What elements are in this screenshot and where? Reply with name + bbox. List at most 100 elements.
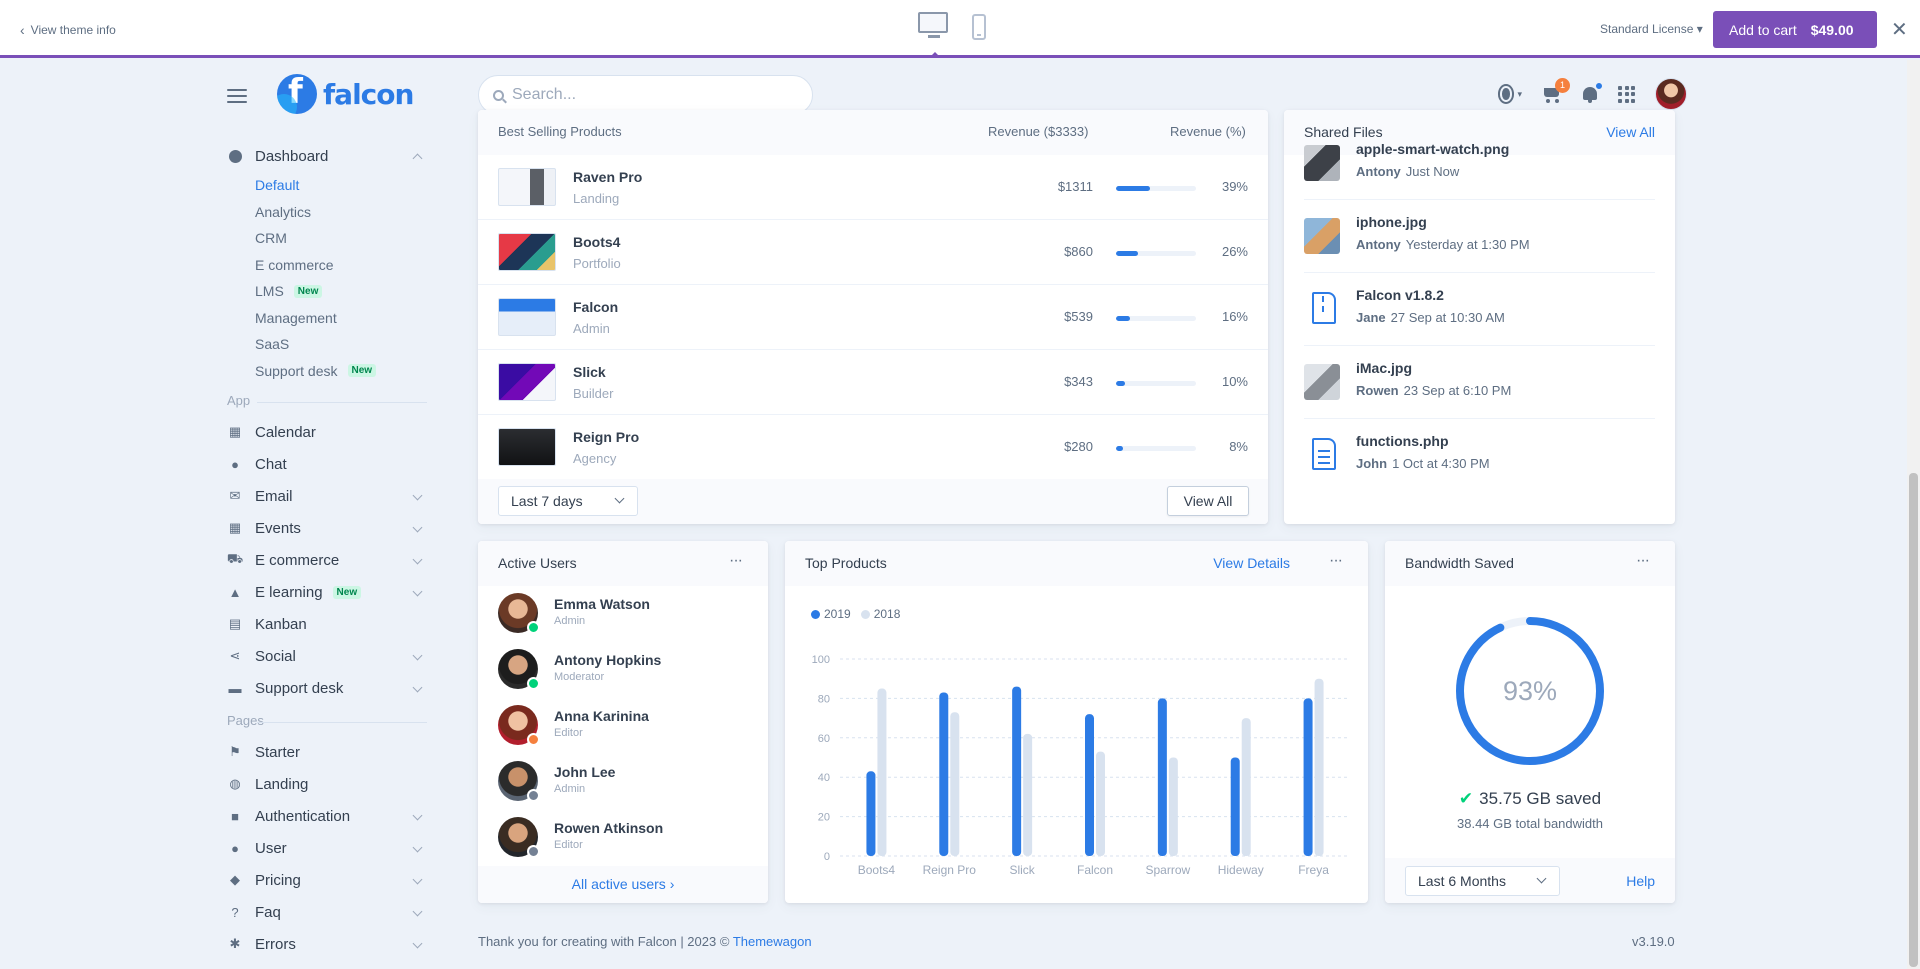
sidebar-item-errors[interactable]: ✱ Errors bbox=[227, 928, 427, 960]
bar-hideway-2018[interactable] bbox=[1241, 718, 1251, 856]
file-name[interactable]: functions.php bbox=[1356, 433, 1449, 449]
user-name[interactable]: Antony Hopkins bbox=[554, 652, 661, 668]
file-name[interactable]: Falcon v1.8.2 bbox=[1356, 287, 1444, 303]
user-name[interactable]: Emma Watson bbox=[554, 596, 650, 612]
scrollbar-thumb[interactable] bbox=[1909, 473, 1918, 967]
list-item[interactable]: Rowen Atkinson Editor bbox=[498, 817, 748, 873]
product-name[interactable]: Raven Pro bbox=[573, 169, 642, 185]
table-row[interactable]: Reign Pro Agency $280 8% bbox=[478, 415, 1268, 480]
more-options-icon[interactable]: ··· bbox=[729, 552, 743, 570]
sidebar-item-starter[interactable]: ⚑ Starter bbox=[227, 736, 427, 768]
apps-grid-icon[interactable] bbox=[1618, 85, 1635, 103]
sidebar-item-events[interactable]: ▦ Events bbox=[227, 512, 427, 544]
page-scrollbar[interactable] bbox=[1907, 60, 1920, 969]
bar-falcon-2018[interactable] bbox=[1096, 751, 1105, 856]
file-name[interactable]: iMac.jpg bbox=[1356, 360, 1412, 376]
bar-sparrow-2018[interactable] bbox=[1168, 757, 1178, 857]
revenue-progress-fill bbox=[1116, 381, 1125, 386]
bar-slick-2018[interactable] bbox=[1023, 733, 1033, 856]
table-row[interactable]: Slick Builder $343 10% bbox=[478, 350, 1268, 415]
list-item[interactable]: Emma Watson Admin bbox=[498, 593, 748, 649]
sidebar-item-landing[interactable]: ◍ Landing bbox=[227, 768, 427, 800]
theme-toggle-icon[interactable]: ▾ bbox=[1502, 84, 1522, 104]
table-row[interactable]: Boots4 Portfolio $860 26% bbox=[478, 220, 1268, 285]
sidebar-item-chat[interactable]: ● Chat bbox=[227, 448, 427, 480]
sidebar-item-calendar[interactable]: ▦ Calendar bbox=[227, 416, 427, 448]
sidebar-item-email[interactable]: ✉ Email bbox=[227, 480, 427, 512]
notification-bell-icon[interactable] bbox=[1582, 81, 1604, 103]
calendar-day-icon: ▦ bbox=[228, 520, 242, 535]
bandwidth-range-select[interactable]: Last 6 Months bbox=[1405, 866, 1560, 896]
list-item[interactable]: functions.php John 1 Oct at 4:30 PM bbox=[1304, 419, 1655, 492]
bar-reign-pro-2018[interactable] bbox=[950, 712, 960, 856]
sidebar-subitem-management[interactable]: Management bbox=[227, 305, 427, 332]
bar-boots4-2019[interactable] bbox=[866, 771, 876, 856]
close-icon[interactable]: ✕ bbox=[1891, 17, 1908, 42]
product-name[interactable]: Slick bbox=[573, 364, 606, 380]
device-switcher bbox=[918, 12, 986, 57]
sidebar-subitem-default[interactable]: Default bbox=[227, 172, 427, 199]
list-item[interactable]: Falcon v1.8.2 Jane 27 Sep at 10:30 AM bbox=[1304, 273, 1655, 346]
themewagon-link[interactable]: Themewagon bbox=[733, 934, 812, 949]
product-name[interactable]: Reign Pro bbox=[573, 429, 639, 445]
list-item[interactable]: iphone.jpg Antony Yesterday at 1:30 PM bbox=[1304, 200, 1655, 273]
bar-freya-2019[interactable] bbox=[1303, 698, 1313, 856]
table-row[interactable]: Raven Pro Landing $1311 39% bbox=[478, 155, 1268, 220]
product-name[interactable]: Boots4 bbox=[573, 234, 620, 250]
bandwidth-saved-card: Bandwidth Saved ··· 93% ✔ 35.75 GB saved … bbox=[1385, 541, 1675, 903]
shopping-cart-icon[interactable]: 1 bbox=[1542, 78, 1570, 103]
user-name[interactable]: Anna Karinina bbox=[554, 708, 649, 724]
list-item[interactable]: apple-smart-watch.png Antony Just Now bbox=[1304, 127, 1655, 200]
user-name[interactable]: Rowen Atkinson bbox=[554, 820, 663, 836]
sidebar-item-kanban[interactable]: ▤ Kanban bbox=[227, 608, 427, 640]
desktop-icon[interactable] bbox=[918, 12, 950, 57]
bar-freya-2018[interactable] bbox=[1314, 678, 1324, 856]
sidebar-item-pricing[interactable]: ◆ Pricing bbox=[227, 864, 427, 896]
list-item[interactable]: Antony Hopkins Moderator bbox=[498, 649, 748, 705]
date-range-select[interactable]: Last 7 days bbox=[498, 486, 638, 516]
falcon-logo[interactable]: falcon bbox=[277, 74, 414, 114]
all-active-users-link[interactable]: All active users › bbox=[478, 866, 768, 903]
sidebar-item-social[interactable]: ⋖ Social bbox=[227, 640, 427, 672]
more-options-icon[interactable]: ··· bbox=[1636, 552, 1650, 570]
view-all-products-button[interactable]: View All bbox=[1167, 486, 1249, 516]
sidebar-item-e-commerce[interactable]: ⛟ E commerce bbox=[227, 544, 427, 576]
list-item[interactable]: iMac.jpg Rowen 23 Sep at 6:10 PM bbox=[1304, 346, 1655, 419]
bar-sparrow-2019[interactable] bbox=[1157, 698, 1167, 856]
sidebar-item-e-learning[interactable]: ▲ E learning New bbox=[227, 576, 427, 608]
license-select[interactable]: Standard License ▾ bbox=[1600, 22, 1703, 36]
file-owner: Rowen bbox=[1356, 383, 1399, 398]
bar-boots4-2018[interactable] bbox=[877, 688, 887, 856]
user-avatar[interactable] bbox=[1655, 78, 1687, 110]
add-to-cart-button[interactable]: Add to cart $49.00 bbox=[1713, 11, 1877, 48]
sidebar-subitem-analytics[interactable]: Analytics bbox=[227, 199, 427, 226]
mobile-icon[interactable] bbox=[972, 14, 986, 40]
sidebar-subitem-e-commerce[interactable]: E commerce bbox=[227, 252, 427, 279]
sidebar-item-dashboard[interactable]: Dashboard bbox=[227, 140, 427, 172]
sidebar-subitem-support-desk[interactable]: Support desk New bbox=[227, 358, 427, 385]
sidebar-subitem-saas[interactable]: SaaS bbox=[227, 331, 427, 358]
sidebar-item-authentication[interactable]: ■ Authentication bbox=[227, 800, 427, 832]
file-name[interactable]: apple-smart-watch.png bbox=[1356, 141, 1509, 157]
calendar-icon: ▦ bbox=[228, 424, 242, 439]
product-name[interactable]: Falcon bbox=[573, 299, 618, 315]
menu-toggle-icon[interactable] bbox=[227, 89, 247, 103]
sidebar-subitem-crm[interactable]: CRM bbox=[227, 225, 427, 252]
user-name[interactable]: John Lee bbox=[554, 764, 615, 780]
list-item[interactable]: John Lee Admin bbox=[498, 761, 748, 817]
view-theme-info-link[interactable]: ‹ View theme info bbox=[20, 22, 116, 38]
product-category: Admin bbox=[573, 321, 610, 336]
table-row[interactable]: Falcon Admin $539 16% bbox=[478, 285, 1268, 350]
sidebar-item-user[interactable]: ● User bbox=[227, 832, 427, 864]
help-link[interactable]: Help bbox=[1626, 873, 1655, 889]
list-item[interactable]: Anna Karinina Editor bbox=[498, 705, 748, 761]
bar-slick-2019[interactable] bbox=[1012, 686, 1022, 856]
search-input[interactable] bbox=[512, 86, 792, 104]
file-name[interactable]: iphone.jpg bbox=[1356, 214, 1427, 230]
bar-reign-pro-2019[interactable] bbox=[939, 692, 949, 856]
bar-falcon-2019[interactable] bbox=[1085, 714, 1094, 856]
sidebar-subitem-lms[interactable]: LMS New bbox=[227, 278, 427, 305]
bar-hideway-2019[interactable] bbox=[1230, 757, 1240, 857]
sidebar-item-faq[interactable]: ? Faq bbox=[227, 896, 427, 928]
sidebar-item-support-desk[interactable]: ▬ Support desk bbox=[227, 672, 427, 704]
